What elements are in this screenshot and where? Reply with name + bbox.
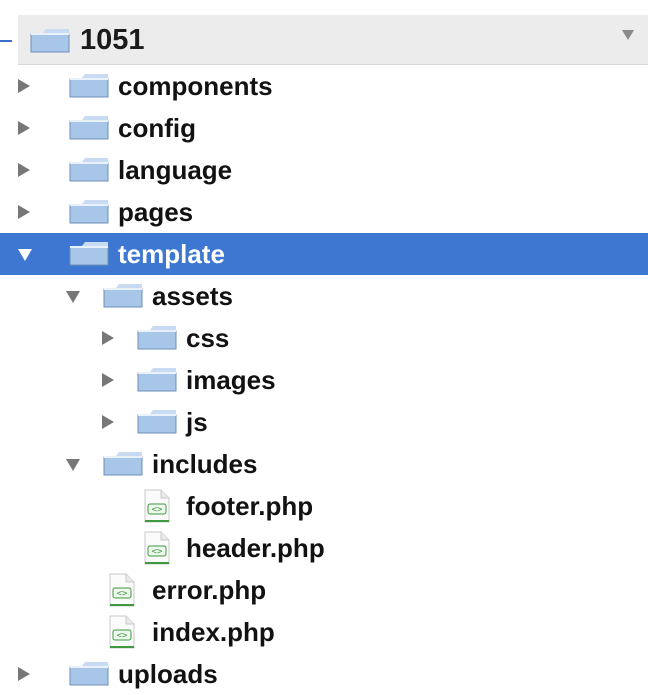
chevron-right-icon[interactable] (102, 415, 114, 429)
tree-item-label: components (118, 71, 273, 101)
tree-row-pages[interactable]: pages (0, 191, 648, 233)
chevron-right-icon[interactable] (18, 163, 30, 177)
folder-icon (69, 240, 109, 266)
chevron-right-icon[interactable] (18, 205, 30, 219)
php-file-icon: <> (141, 489, 171, 523)
tree-row-footer-php[interactable]: <> footer.php (0, 485, 648, 527)
tree-item-label: header.php (186, 533, 325, 563)
chevron-down-icon[interactable] (18, 249, 32, 261)
folder-icon (137, 324, 177, 350)
tree-item-label: footer.php (186, 491, 314, 521)
folder-icon (69, 198, 109, 224)
tree-item-label: config (118, 113, 196, 143)
tree-item-label: images (186, 365, 276, 395)
chevron-down-icon[interactable] (66, 459, 80, 471)
selection-edge-indicator (0, 40, 12, 42)
tree-item-label: pages (118, 197, 194, 227)
tree-row-error-php[interactable]: <> error.php (0, 569, 648, 611)
project-title: 1051 (80, 24, 145, 56)
tree-item-label: includes (152, 449, 258, 479)
tree-row-template[interactable]: template (0, 233, 648, 275)
tree-row-language[interactable]: language (0, 149, 648, 191)
php-file-icon: <> (141, 531, 171, 565)
chevron-right-icon[interactable] (102, 373, 114, 387)
tree-item-label: error.php (152, 575, 267, 605)
folder-icon (30, 27, 70, 53)
chevron-down-icon[interactable] (66, 291, 80, 303)
tree-row-images[interactable]: images (0, 359, 648, 401)
tree-item-label: index.php (152, 617, 275, 647)
svg-text:<>: <> (117, 589, 128, 599)
chevron-down-icon[interactable] (622, 30, 634, 40)
tree-item-label: assets (152, 281, 233, 311)
php-file-icon: <> (106, 615, 136, 649)
file-tree-panel: 1051 components config language pages te… (0, 0, 648, 689)
tree-row-uploads[interactable]: uploads (0, 653, 648, 695)
tree-row-components[interactable]: components (0, 65, 648, 107)
folder-icon (69, 72, 109, 98)
svg-text:<>: <> (117, 631, 128, 641)
tree-item-label: uploads (118, 659, 218, 689)
folder-icon (69, 660, 109, 686)
tree-row-config[interactable]: config (0, 107, 648, 149)
tree-row-index-php[interactable]: <> index.php (0, 611, 648, 653)
chevron-right-icon[interactable] (18, 79, 30, 93)
tree-item-label: js (186, 407, 208, 437)
chevron-right-icon[interactable] (18, 667, 30, 681)
folder-icon (137, 408, 177, 434)
php-file-icon: <> (106, 573, 136, 607)
tree-row-assets[interactable]: assets (0, 275, 648, 317)
tree-row-js[interactable]: js (0, 401, 648, 443)
project-dropdown[interactable]: 1051 (18, 15, 648, 65)
tree-item-label: css (186, 323, 230, 353)
folder-icon (69, 156, 109, 182)
chevron-right-icon[interactable] (18, 121, 30, 135)
tree-item-label: template (118, 239, 225, 269)
chevron-right-icon[interactable] (102, 331, 114, 345)
folder-icon (103, 450, 143, 476)
svg-text:<>: <> (152, 505, 163, 515)
tree-row-includes[interactable]: includes (0, 443, 648, 485)
folder-icon (137, 366, 177, 392)
folder-icon (103, 282, 143, 308)
folder-icon (69, 114, 109, 140)
tree-row-css[interactable]: css (0, 317, 648, 359)
tree-row-header-php[interactable]: <> header.php (0, 527, 648, 569)
svg-text:<>: <> (152, 547, 163, 557)
tree-item-label: language (118, 155, 233, 185)
